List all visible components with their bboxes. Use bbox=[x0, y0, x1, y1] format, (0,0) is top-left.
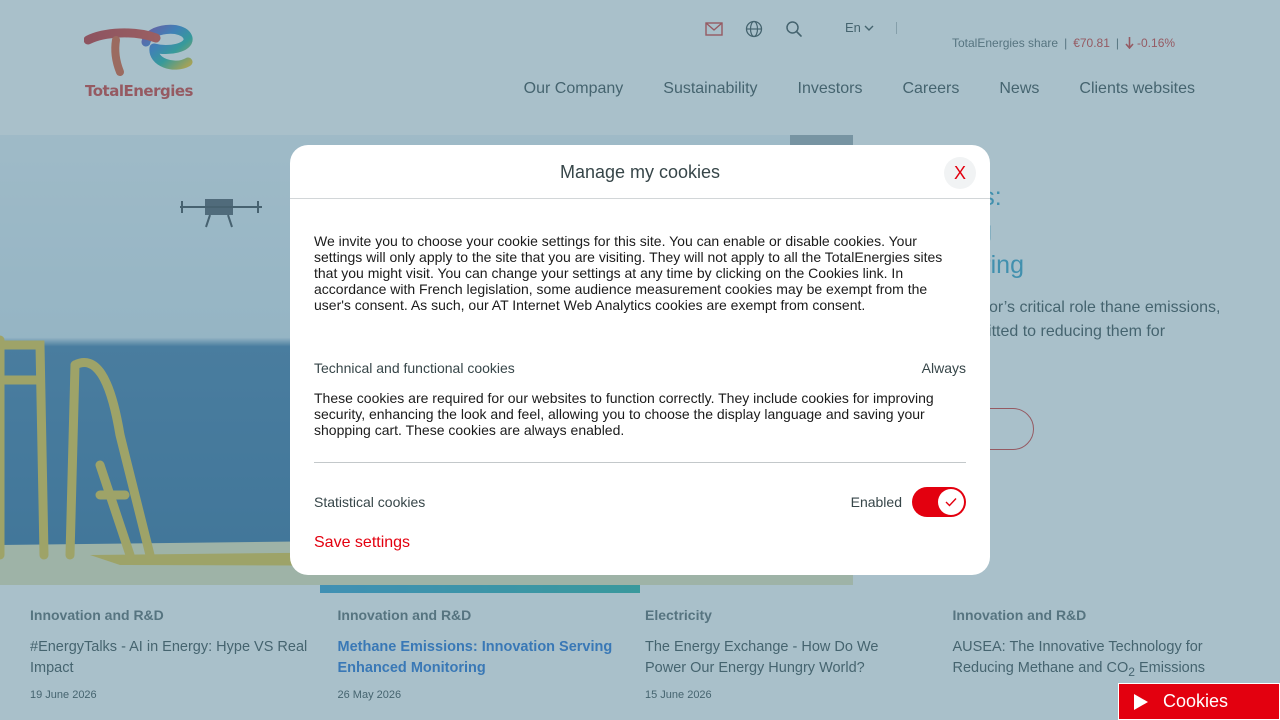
statistical-cookies-toggle[interactable] bbox=[912, 487, 966, 517]
statistical-cookies-row: Statistical cookies Enabled bbox=[314, 487, 966, 517]
statistical-cookies-control: Enabled bbox=[851, 487, 966, 517]
cookie-intro-text: We invite you to choose your cookie sett… bbox=[314, 233, 943, 313]
statistical-cookies-title: Statistical cookies bbox=[314, 494, 426, 510]
dialog-body: We invite you to choose your cookie sett… bbox=[314, 233, 966, 517]
close-button[interactable]: X bbox=[944, 157, 976, 189]
technical-cookies-title: Technical and functional cookies bbox=[314, 360, 515, 376]
dialog-title: Manage my cookies bbox=[559, 162, 721, 182]
checkmark-icon bbox=[945, 498, 957, 507]
section-divider bbox=[314, 462, 966, 463]
cookies-button[interactable]: Cookies bbox=[1118, 683, 1280, 720]
cookie-settings-dialog: Manage my cookies X We invite you to cho… bbox=[290, 145, 990, 575]
cookies-button-label: Cookies bbox=[1163, 691, 1229, 711]
dialog-header: Manage my cookies X bbox=[290, 145, 990, 199]
technical-cookies-row: Technical and functional cookies Always bbox=[314, 360, 966, 376]
technical-cookies-status: Always bbox=[921, 360, 966, 376]
play-icon bbox=[1134, 693, 1148, 710]
toggle-knob bbox=[938, 489, 964, 515]
statistical-cookies-status: Enabled bbox=[850, 494, 902, 510]
save-settings-button[interactable]: Save settings bbox=[314, 534, 410, 552]
technical-cookies-description: These cookies are required for our websi… bbox=[314, 390, 934, 438]
